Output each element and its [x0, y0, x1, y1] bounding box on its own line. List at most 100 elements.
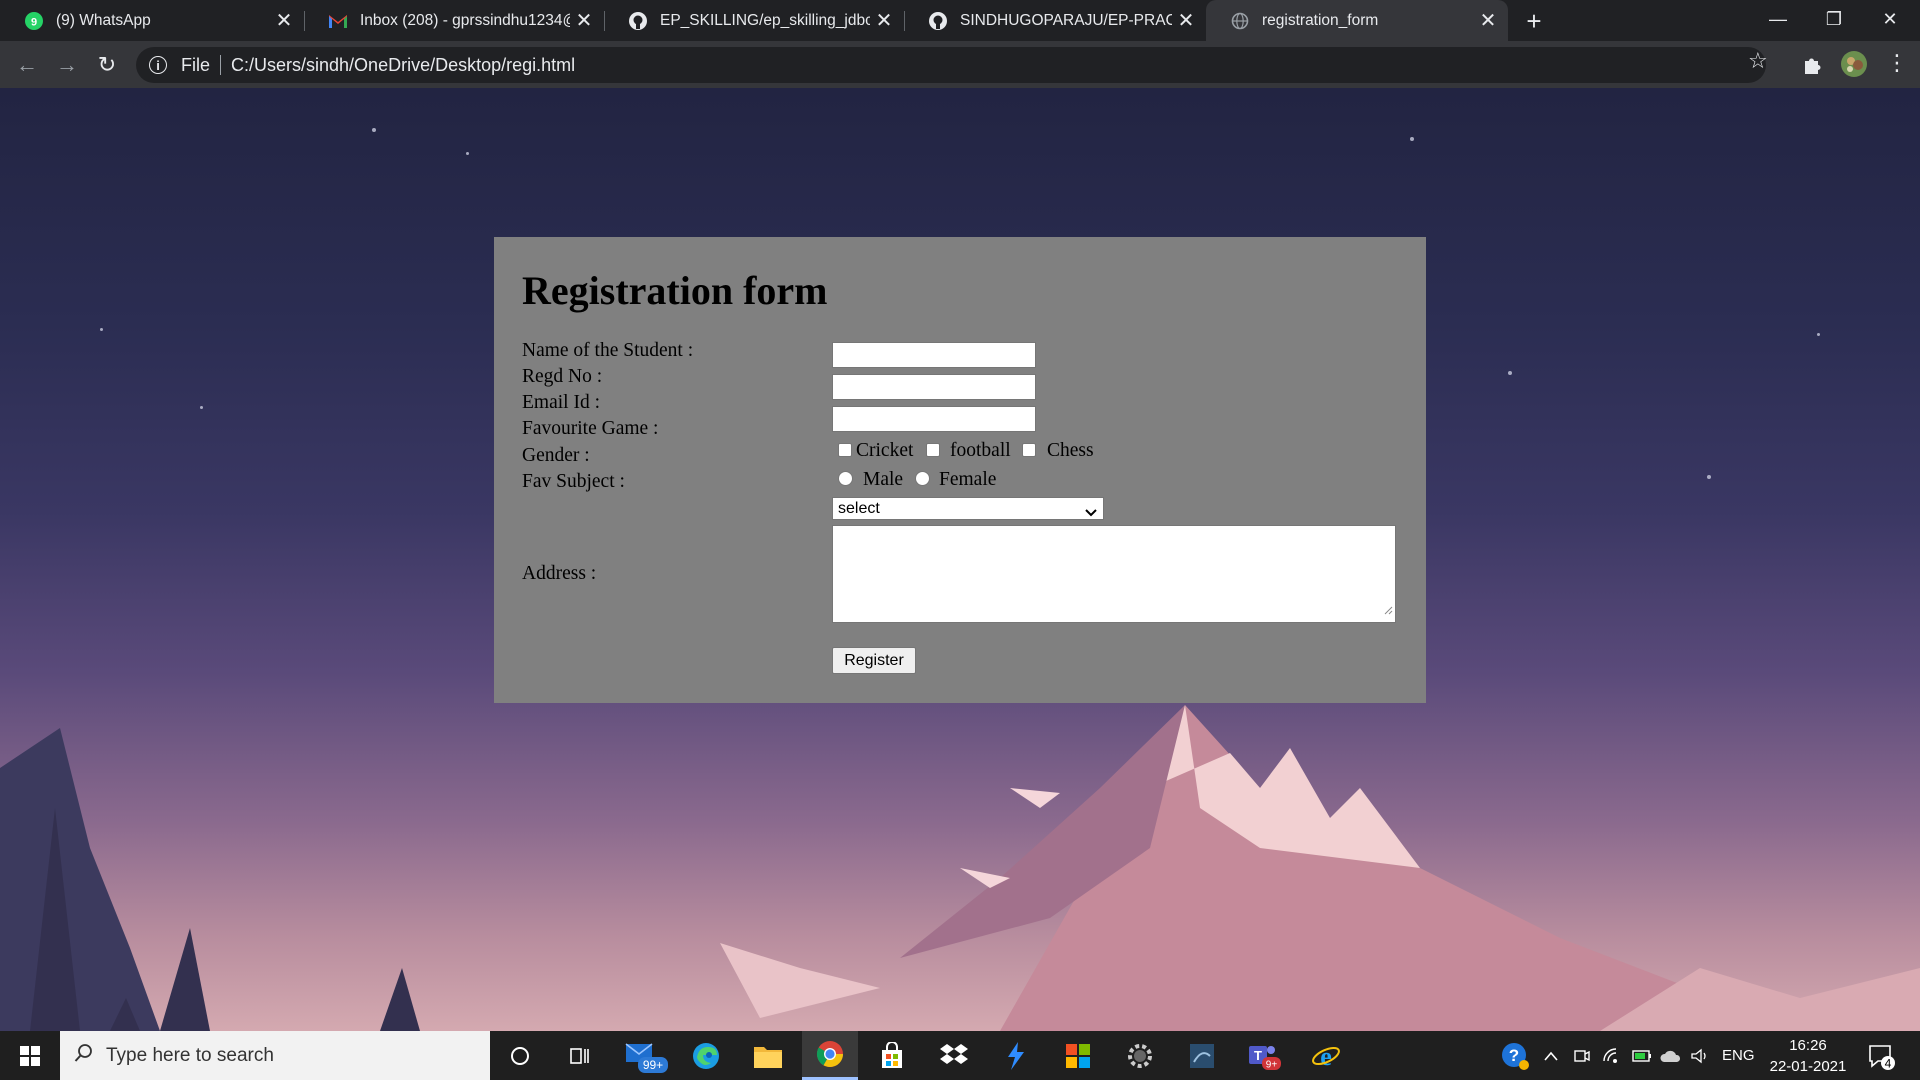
- clock-date: 22-01-2021: [1769, 1058, 1847, 1075]
- label-favourite-game: Favourite Game :: [522, 418, 659, 439]
- close-icon[interactable]: ✕: [570, 8, 598, 33]
- close-icon[interactable]: ✕: [270, 8, 298, 33]
- option-chess: Chess: [1047, 440, 1094, 461]
- onedrive-icon[interactable]: [1660, 1031, 1682, 1080]
- reload-icon[interactable]: ↻: [91, 49, 123, 81]
- svg-text:?: ?: [1509, 1046, 1519, 1065]
- checkbox-football[interactable]: [926, 443, 940, 457]
- battery-icon[interactable]: [1632, 1031, 1652, 1080]
- chevron-up-icon[interactable]: [1543, 1031, 1559, 1080]
- new-tab-button[interactable]: +: [1518, 5, 1550, 37]
- registration-form: Registration form Name of the Student : …: [494, 237, 1426, 703]
- label-address: Address :: [522, 563, 597, 584]
- tab-label: SINDHUGOPARAJU/EP-PRACTICE: [960, 11, 1172, 29]
- taskbar-search[interactable]: Type here to search: [60, 1031, 490, 1080]
- close-icon[interactable]: ✕: [870, 8, 898, 33]
- tab-registration-form[interactable]: registration_form ✕: [1206, 0, 1508, 41]
- bookmark-star-icon[interactable]: ☆: [1748, 48, 1768, 74]
- resize-grip-icon[interactable]: [1384, 602, 1393, 620]
- radio-female[interactable]: [915, 471, 930, 486]
- chevron-down-icon: [1085, 503, 1097, 524]
- forward-arrow-icon[interactable]: →: [51, 49, 83, 81]
- taskbar-clock[interactable]: 16:26 22-01-2021: [1766, 1035, 1850, 1077]
- tab-strip: 9 (9) WhatsApp ✕ Inbox (208) - gprssindh…: [0, 0, 1920, 41]
- label-gender: Gender :: [522, 445, 590, 466]
- checkbox-chess[interactable]: [1022, 443, 1036, 457]
- address-url[interactable]: C:/Users/sindh/OneDrive/Desktop/regi.htm…: [231, 55, 575, 76]
- globe-icon: [1230, 11, 1250, 31]
- tab-label: registration_form: [1262, 11, 1379, 29]
- help-icon[interactable]: ?: [1500, 1031, 1530, 1080]
- fav-subject-select[interactable]: select: [832, 497, 1104, 520]
- back-arrow-icon[interactable]: ←: [11, 49, 43, 81]
- svg-text:9: 9: [31, 16, 37, 28]
- internet-explorer-icon[interactable]: e: [1298, 1031, 1354, 1080]
- extensions-puzzle-icon[interactable]: [1801, 53, 1823, 80]
- language-indicator[interactable]: ENG: [1722, 1031, 1755, 1080]
- volume-icon[interactable]: [1690, 1031, 1710, 1080]
- email-input[interactable]: [832, 406, 1036, 432]
- page-viewport: Registration form Name of the Student : …: [0, 88, 1920, 1031]
- dropbox-icon[interactable]: [926, 1031, 982, 1080]
- svg-text:e: e: [1320, 1042, 1332, 1071]
- regd-no-input[interactable]: [832, 374, 1036, 400]
- minimize-icon[interactable]: —: [1750, 0, 1806, 38]
- search-placeholder: Type here to search: [106, 1044, 274, 1066]
- address-divider: [220, 55, 222, 75]
- option-female: Female: [939, 469, 997, 490]
- option-football: football: [950, 440, 1011, 461]
- radio-male[interactable]: [838, 471, 853, 486]
- tab-whatsapp[interactable]: 9 (9) WhatsApp ✕: [0, 0, 304, 41]
- tab-github-jdbc[interactable]: EP_SKILLING/ep_skilling_jdbc_tab ✕: [604, 0, 904, 41]
- cortana-icon[interactable]: [492, 1031, 548, 1080]
- meet-now-icon[interactable]: [1573, 1031, 1591, 1080]
- teams-badge: 9+: [1266, 1059, 1278, 1070]
- option-cricket: Cricket: [856, 440, 914, 461]
- search-icon: [74, 1043, 94, 1068]
- tab-gmail[interactable]: Inbox (208) - gprssindhu1234@g ✕: [304, 0, 604, 41]
- label-email: Email Id :: [522, 392, 600, 413]
- restore-icon[interactable]: ❐: [1806, 0, 1862, 38]
- browser-toolbar: ← → ↻ i File C:/Users/sindh/OneDrive/Des…: [0, 41, 1920, 88]
- register-button[interactable]: Register: [832, 647, 916, 674]
- edge-icon[interactable]: [678, 1031, 734, 1080]
- tab-label: EP_SKILLING/ep_skilling_jdbc_tab: [660, 11, 870, 29]
- task-view-icon[interactable]: [552, 1031, 608, 1080]
- clock-time: 16:26: [1789, 1037, 1827, 1054]
- profile-avatar[interactable]: [1840, 50, 1868, 83]
- github-icon: [928, 11, 948, 31]
- windows-start-icon[interactable]: [2, 1031, 58, 1080]
- file-explorer-icon[interactable]: [740, 1031, 796, 1080]
- tab-github-practice[interactable]: SINDHUGOPARAJU/EP-PRACTICE ✕: [904, 0, 1206, 41]
- label-fav-subject: Fav Subject :: [522, 471, 625, 492]
- gmail-icon: [328, 11, 348, 31]
- svg-text:T: T: [1254, 1048, 1262, 1063]
- whatsapp-icon: 9: [24, 11, 44, 31]
- teams-icon[interactable]: T 9+: [1236, 1031, 1292, 1080]
- tab-label: (9) WhatsApp: [56, 11, 151, 29]
- settings-gear-icon[interactable]: [1112, 1031, 1168, 1080]
- app-bolt-icon[interactable]: [988, 1031, 1044, 1080]
- notification-count: 4: [1885, 1056, 1892, 1070]
- student-name-input[interactable]: [832, 342, 1036, 368]
- store-icon[interactable]: [864, 1031, 920, 1080]
- chrome-icon[interactable]: [802, 1031, 858, 1080]
- checkbox-cricket[interactable]: [838, 443, 852, 457]
- mail-icon[interactable]: 99+: [616, 1031, 672, 1080]
- office-tiles-icon[interactable]: [1050, 1031, 1106, 1080]
- close-window-icon[interactable]: ✕: [1862, 0, 1918, 38]
- close-icon[interactable]: ✕: [1172, 8, 1200, 33]
- option-male: Male: [863, 469, 904, 490]
- address-textarea[interactable]: [832, 525, 1396, 623]
- close-icon[interactable]: ✕: [1474, 8, 1502, 33]
- sql-workbench-icon[interactable]: [1174, 1031, 1230, 1080]
- wifi-icon[interactable]: [1602, 1031, 1622, 1080]
- notification-center-icon[interactable]: 4: [1866, 1031, 1896, 1080]
- info-icon[interactable]: i: [149, 56, 167, 74]
- select-value: select: [838, 500, 880, 517]
- windows-taskbar: Type here to search 99+ T 9+ e ? ENG 16:…: [0, 1031, 1920, 1080]
- menu-kebab-icon[interactable]: ⋮: [1886, 52, 1908, 74]
- address-bar[interactable]: i File C:/Users/sindh/OneDrive/Desktop/r…: [136, 47, 1766, 83]
- form-title: Registration form: [522, 268, 828, 313]
- label-student-name: Name of the Student :: [522, 340, 694, 361]
